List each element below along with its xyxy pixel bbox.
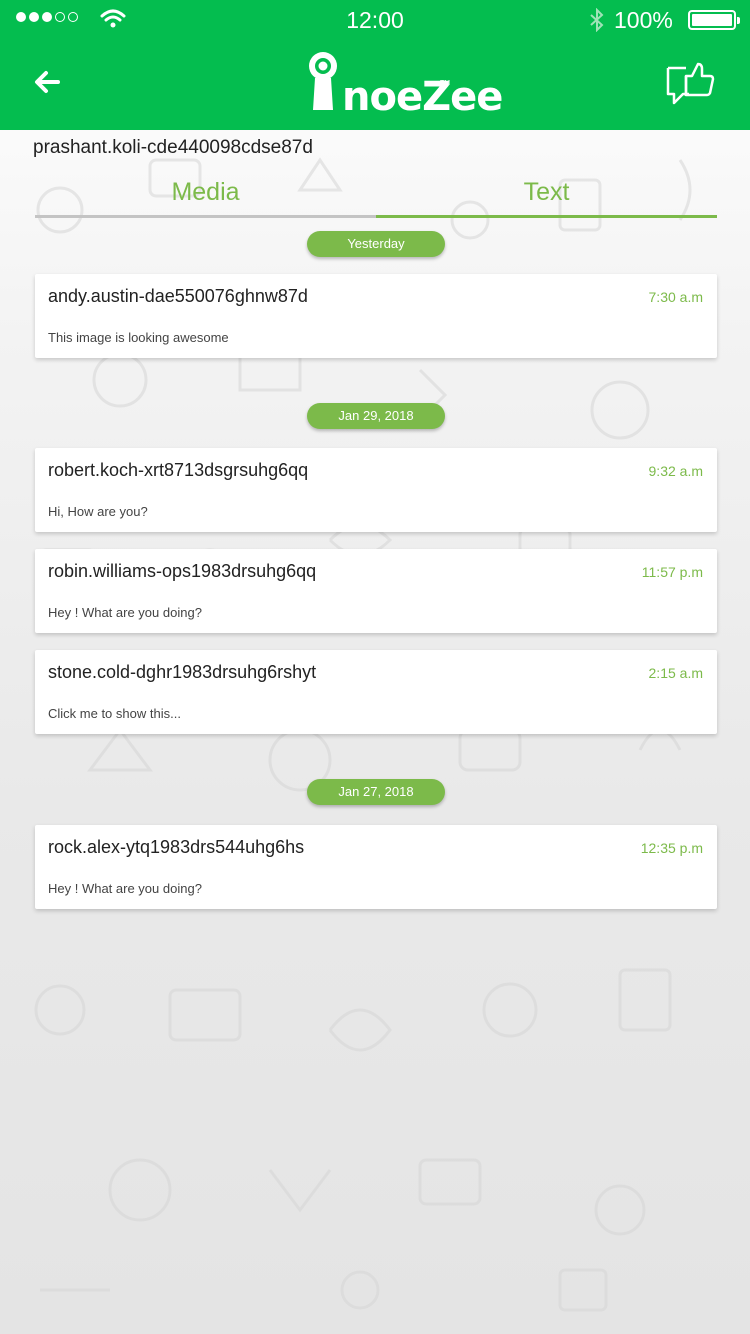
message-time: 9:32 a.m [648, 463, 703, 479]
status-bar: 12:00 100% [0, 0, 750, 40]
sender-name: andy.austin-dae550076ghnw87d [48, 286, 308, 306]
date-separator: Jan 27, 2018 [307, 779, 445, 805]
sender-name: robin.williams-ops1983drsuhg6qq [48, 561, 317, 581]
sender-name: stone.cold-dghr1983drsuhg6rshyt [48, 662, 317, 682]
sender-name: rock.alex-ytq1983drs544uhg6hs [48, 837, 305, 857]
tab-text[interactable]: Text [376, 172, 717, 218]
message-preview: Hey ! What are you doing? [48, 605, 202, 620]
tab-media[interactable]: Media [35, 172, 376, 218]
battery-icon [688, 10, 740, 30]
thumbs-up-chat-icon[interactable] [662, 60, 716, 106]
message-card[interactable]: rock.alex-ytq1983drs544uhg6hs 12:35 p.m … [35, 825, 717, 909]
current-user-id: prashant.koli-cde440098cdse87d [33, 137, 313, 158]
app-header: 12:00 100% noeZee TM [0, 0, 750, 130]
message-card[interactable]: robin.williams-ops1983drsuhg6qq 11:57 p.… [35, 549, 717, 633]
battery-percent: 100% [614, 7, 673, 33]
date-separator: Yesterday [307, 231, 445, 257]
logo-text: noeZee [342, 74, 503, 120]
message-preview: This image is looking awesome [48, 330, 229, 345]
back-arrow-icon[interactable] [28, 62, 68, 102]
logo-trademark: TM [440, 80, 451, 87]
message-time: 7:30 a.m [648, 289, 703, 305]
message-card[interactable]: andy.austin-dae550076ghnw87d 7:30 a.m Th… [35, 274, 717, 358]
bluetooth-icon [590, 8, 604, 32]
message-time: 2:15 a.m [648, 665, 703, 681]
message-preview: Hi, How are you? [48, 504, 148, 519]
date-separator: Jan 29, 2018 [307, 403, 445, 429]
message-time: 11:57 p.m [641, 564, 703, 580]
message-preview: Hey ! What are you doing? [48, 881, 202, 896]
message-card[interactable]: robert.koch-xrt8713dsgrsuhg6qq 9:32 a.m … [35, 448, 717, 532]
message-preview: Click me to show this... [48, 706, 181, 721]
tab-bar: Media Text [35, 172, 717, 218]
message-time: 12:35 p.m [640, 840, 703, 856]
message-card[interactable]: stone.cold-dghr1983drsuhg6rshyt 2:15 a.m… [35, 650, 717, 734]
sender-name: robert.koch-xrt8713dsgrsuhg6qq [48, 460, 309, 480]
